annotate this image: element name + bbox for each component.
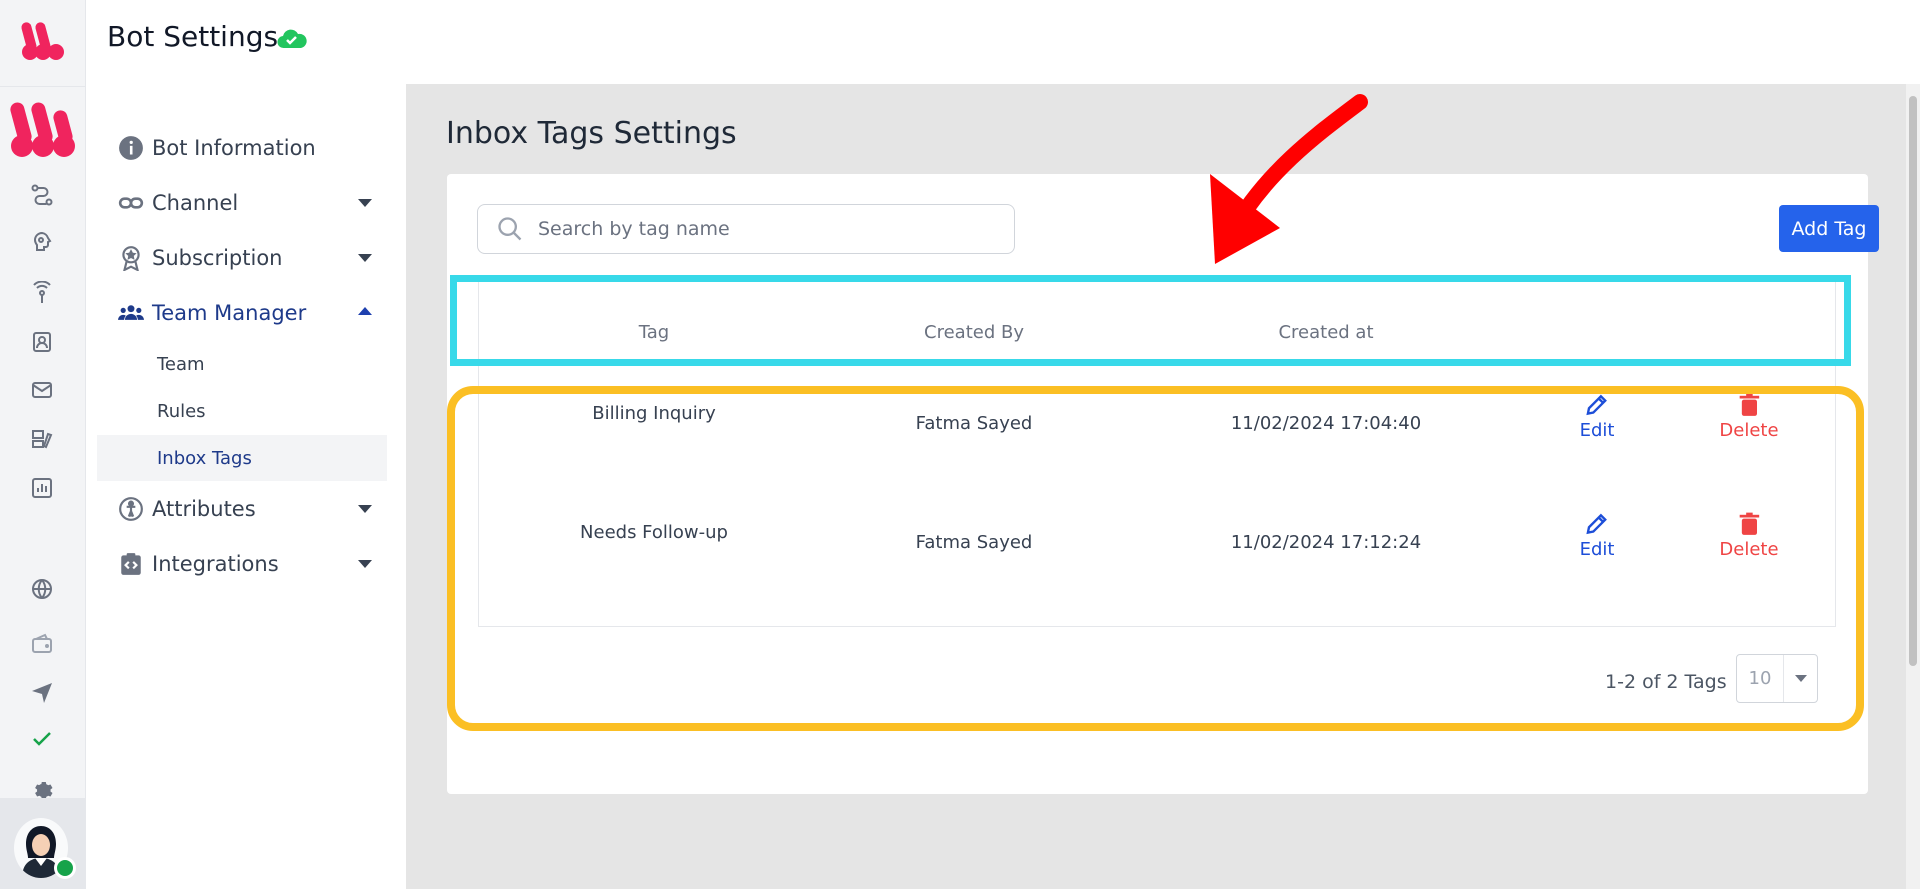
page-title: Inbox Tags Settings: [446, 116, 737, 151]
templates-icon[interactable]: [27, 424, 57, 454]
chevron-down-icon[interactable]: [358, 505, 372, 513]
person-circle-icon: [116, 494, 146, 524]
brain-settings-icon[interactable]: [27, 228, 57, 258]
scrollbar-thumb[interactable]: [1909, 96, 1917, 666]
online-status-dot: [54, 857, 76, 879]
annotation-highlight-header: [450, 275, 1851, 366]
search-box[interactable]: [477, 204, 1015, 254]
chevron-down-icon[interactable]: [358, 199, 372, 207]
annotation-highlight-rows: [447, 386, 1864, 731]
sidebar-item-label: Integrations: [152, 552, 279, 576]
users-icon: [116, 298, 146, 328]
sidebar-item-label: Channel: [152, 191, 239, 215]
page-header-title: Bot Settings: [107, 20, 279, 53]
brand-logo-small[interactable]: [18, 14, 68, 64]
flow-icon[interactable]: [27, 180, 57, 210]
analytics-icon[interactable]: [27, 473, 57, 503]
sidebar-item-channel[interactable]: Channel: [116, 183, 380, 223]
settings-sidebar: Bot Information Channel Subscription Tea…: [86, 84, 406, 889]
mail-icon[interactable]: [27, 375, 57, 405]
vertical-scrollbar[interactable]: [1906, 84, 1920, 889]
checkmark-icon[interactable]: [27, 724, 57, 754]
globe-icon[interactable]: [27, 574, 57, 604]
rail-divider: [0, 86, 86, 87]
sidebar-item-label: Team Manager: [152, 301, 307, 325]
icon-rail: [0, 0, 86, 889]
wallet-icon[interactable]: [27, 629, 57, 659]
code-clipboard-icon: [116, 549, 146, 579]
sidebar-item-attributes[interactable]: Attributes: [116, 489, 380, 529]
link-icon: [116, 188, 146, 218]
sidebar-subitem-inbox-tags[interactable]: Inbox Tags: [97, 435, 387, 481]
award-icon: [116, 243, 146, 273]
sidebar-item-label: Subscription: [152, 246, 283, 270]
sidebar-item-label: Attributes: [152, 497, 256, 521]
sidebar-subitem-label: Inbox Tags: [157, 447, 252, 469]
chevron-down-icon[interactable]: [358, 560, 372, 568]
sidebar-subitem-label: Team: [157, 353, 205, 375]
sidebar-item-bot-information[interactable]: Bot Information: [116, 128, 380, 168]
contacts-icon[interactable]: [27, 327, 57, 357]
brand-logo-large[interactable]: [10, 96, 76, 158]
sidebar-subitem-rules[interactable]: Rules: [97, 388, 387, 434]
sidebar-item-label: Bot Information: [152, 136, 316, 160]
info-icon: [116, 133, 146, 163]
send-icon[interactable]: [27, 677, 57, 707]
annotation-arrow-icon: [1210, 94, 1368, 264]
cloud-check-icon: [277, 29, 307, 49]
sidebar-item-team-manager[interactable]: Team Manager: [116, 293, 380, 333]
broadcast-icon[interactable]: [27, 278, 57, 308]
search-input[interactable]: [538, 218, 998, 240]
add-tag-button[interactable]: Add Tag: [1779, 205, 1879, 252]
sidebar-subitem-team[interactable]: Team: [97, 341, 387, 387]
chevron-down-icon[interactable]: [358, 254, 372, 262]
sidebar-item-integrations[interactable]: Integrations: [116, 544, 380, 584]
chevron-up-icon[interactable]: [358, 307, 372, 315]
search-icon: [498, 217, 522, 241]
sidebar-subitem-label: Rules: [157, 400, 206, 422]
sidebar-item-subscription[interactable]: Subscription: [116, 238, 380, 278]
